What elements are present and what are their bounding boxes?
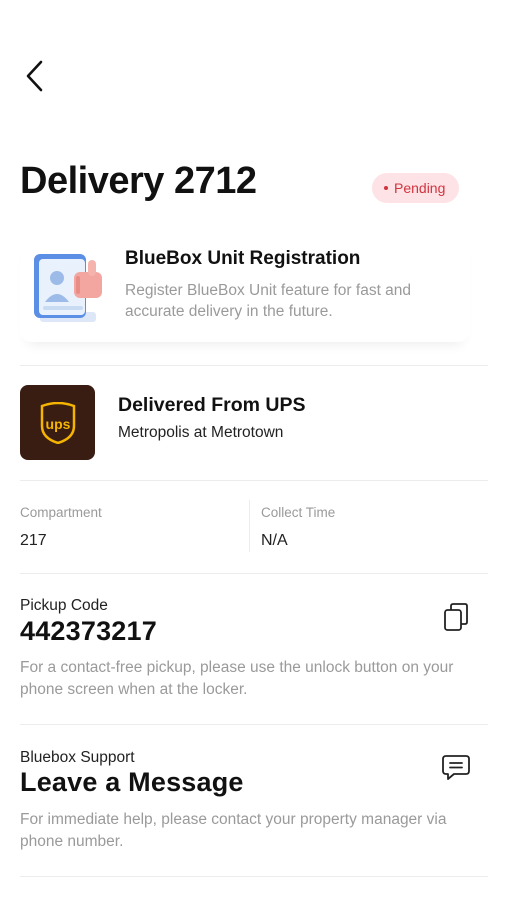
message-icon — [442, 755, 470, 780]
divider — [20, 480, 488, 481]
divider — [20, 573, 488, 574]
compartment-label: Compartment — [20, 505, 102, 520]
pickup-code-value: 442373217 — [20, 616, 157, 646]
divider — [20, 876, 488, 877]
pickup-description: For a contact-free pickup, please use th… — [20, 659, 454, 698]
status-badge-label: Pending — [394, 180, 446, 196]
promo-description: Register BlueBox Unit feature for fast a… — [125, 282, 412, 320]
leave-message-button[interactable] — [439, 751, 473, 785]
divider — [20, 724, 488, 725]
compartment-value: 217 — [20, 532, 47, 549]
page-title: Delivery 2712 — [20, 160, 257, 202]
ups-logo: ups — [20, 385, 95, 460]
courier-location: Metropolis at Metrotown — [118, 424, 284, 441]
back-button[interactable] — [16, 56, 52, 96]
support-title: Leave a Message — [20, 767, 244, 797]
thumbs-up-registration-icon — [30, 250, 110, 330]
ups-logo-text: ups — [45, 416, 70, 432]
registration-promo-card[interactable]: BlueBox Unit Registration Register BlueB… — [20, 236, 470, 342]
copy-code-button[interactable] — [439, 600, 473, 634]
divider — [20, 365, 488, 366]
courier-title: Delivered From UPS — [118, 394, 306, 416]
column-divider — [249, 500, 250, 552]
support-label: Bluebox Support — [20, 749, 135, 766]
copy-icon — [444, 603, 468, 631]
support-description: For immediate help, please contact your … — [20, 811, 447, 850]
chevron-left-icon — [26, 60, 43, 92]
promo-title: BlueBox Unit Registration — [125, 248, 361, 269]
collect-time-value: N/A — [261, 532, 288, 549]
pickup-code-label: Pickup Code — [20, 597, 108, 614]
collect-time-label: Collect Time — [261, 505, 336, 520]
status-badge: Pending — [372, 173, 460, 203]
status-dot-icon — [384, 186, 388, 190]
